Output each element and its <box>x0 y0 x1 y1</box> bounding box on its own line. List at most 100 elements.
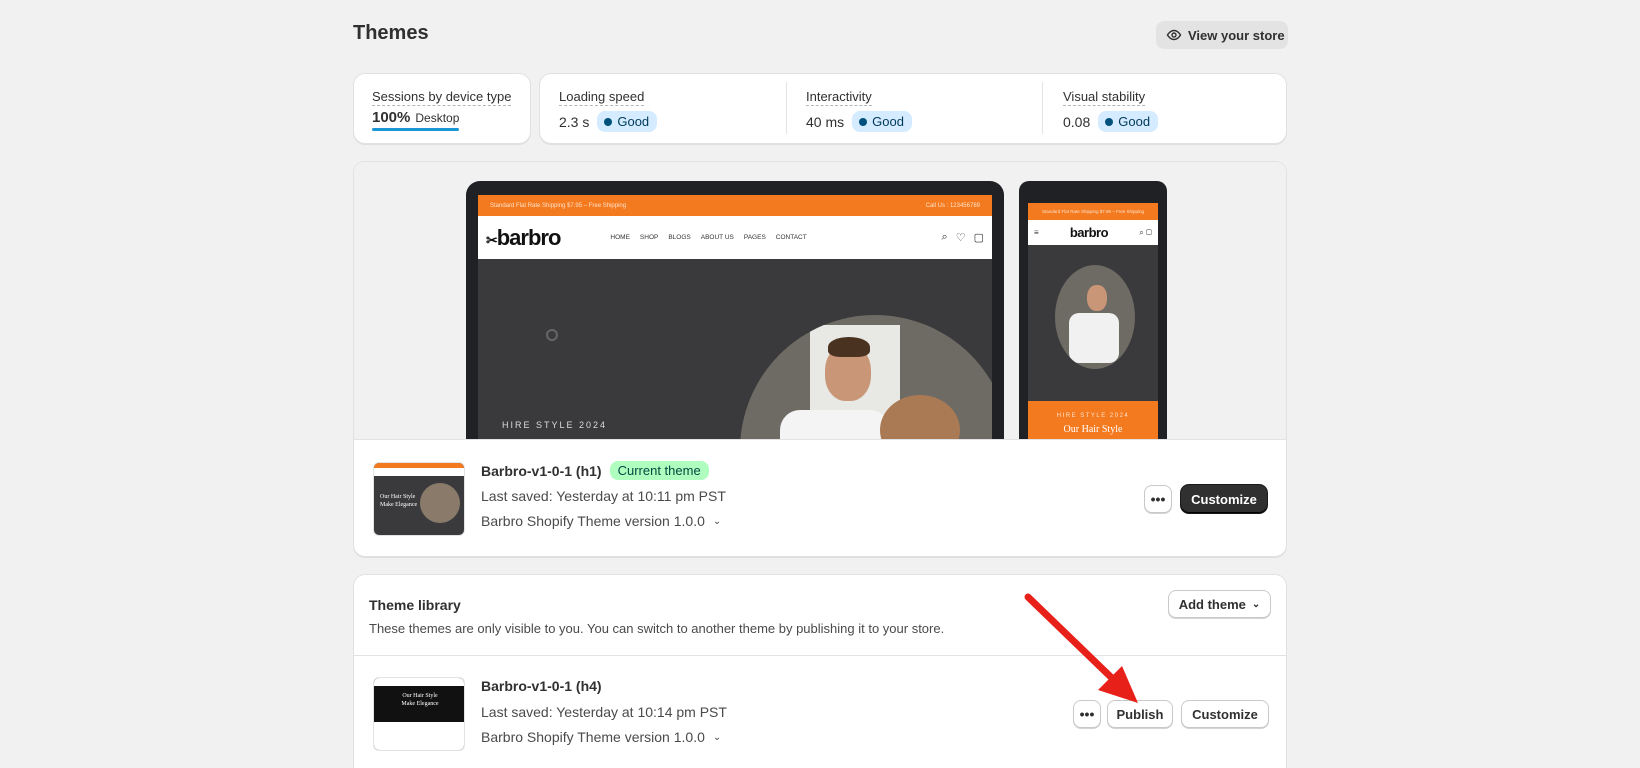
status-badge: Good <box>1098 111 1159 132</box>
mobile-logo: barbro <box>1069 225 1109 240</box>
hero-image-shirt <box>780 410 890 439</box>
theme-name: Barbro-v1-0-1 (h4) <box>481 678 602 694</box>
metric-value: 2.3 s <box>559 113 590 130</box>
library-title: Theme library <box>369 597 461 613</box>
current-theme-badge: Current theme <box>609 461 709 480</box>
preview-nav-icons: ⌕ ♡ ▢ <box>942 231 984 244</box>
status-dot-icon <box>859 117 868 126</box>
metric-label[interactable]: Visual stability <box>1063 89 1146 106</box>
chevron-down-icon: ⌄ <box>712 515 722 527</box>
metric-label[interactable]: Loading speed <box>559 89 645 106</box>
mobile-hero-banner: HIRE STYLE 2024 Our Hair Style <box>1028 401 1158 439</box>
divider <box>786 82 787 134</box>
theme-version: Barbro Shopify Theme version 1.0.0 <box>481 729 705 745</box>
page-title: Themes <box>353 22 429 44</box>
thumb-image <box>420 483 460 523</box>
mobile-preview: Standard Flat Rate Shipping $7.95 – Free… <box>1019 181 1167 439</box>
thumb-text: Our Hair Style Make Elegance <box>380 494 418 508</box>
more-actions-button[interactable]: ••• <box>1144 485 1172 513</box>
publish-button[interactable]: Publish <box>1107 700 1173 728</box>
thumb-navbar <box>374 468 464 476</box>
mobile-screen: Standard Flat Rate Shipping $7.95 – Free… <box>1028 203 1158 439</box>
add-theme-button[interactable]: Add theme ⌄ <box>1168 590 1271 618</box>
theme-info: Barbro-v1-0-1 (h4) Last saved: Yesterday… <box>481 678 727 745</box>
mobile-hero-kicker: HIRE STYLE 2024 <box>1056 413 1130 419</box>
hero-image-shirt <box>1069 313 1119 363</box>
ellipsis-icon: ••• <box>1150 491 1166 507</box>
chevron-down-icon: ⌄ <box>1251 598 1261 610</box>
preview-nav-item: PAGES <box>743 234 766 241</box>
view-store-button[interactable]: View your store <box>1156 21 1288 49</box>
mobile-hero-image <box>1055 265 1135 369</box>
status-badge-label: Good <box>872 114 904 129</box>
preview-topbar: Standard Flat Rate Shipping $7.95 – Free… <box>478 195 992 216</box>
thumb-navbar <box>374 678 464 686</box>
desktop-preview: Standard Flat Rate Shipping $7.95 – Free… <box>466 181 1004 439</box>
preview-nav-item: BLOGS <box>668 234 691 241</box>
metric-interactivity: Interactivity 40 ms Good <box>806 88 912 132</box>
metric-value: 40 ms <box>806 113 845 130</box>
decor-ring <box>546 329 558 341</box>
theme-thumbnail[interactable]: Our Hair Style Make Elegance <box>373 677 465 751</box>
status-badge-label: Good <box>617 114 650 129</box>
theme-info: Barbro-v1-0-1 (h1) Current theme Last sa… <box>481 461 726 529</box>
theme-version-toggle[interactable]: Barbro Shopify Theme version 1.0.0 ⌄ <box>481 513 726 529</box>
last-saved: Last saved: Yesterday at 10:11 pm PST <box>481 488 726 504</box>
search-icon: ⌕ <box>941 231 948 243</box>
add-theme-label: Add theme <box>1178 596 1246 612</box>
last-saved: Last saved: Yesterday at 10:14 pm PST <box>481 704 727 720</box>
desktop-screen: Standard Flat Rate Shipping $7.95 – Free… <box>478 195 992 439</box>
theme-preview[interactable]: Standard Flat Rate Shipping $7.95 – Free… <box>354 162 1286 440</box>
sessions-label[interactable]: Sessions by device type <box>372 89 512 106</box>
sessions-card: Sessions by device type 100% Desktop <box>353 73 531 144</box>
hero-image <box>740 315 992 439</box>
thumb-text: Our Hair Style Make Elegance <box>401 693 439 707</box>
preview-nav: HOME SHOP BLOGS ABOUT US PAGES CONTACT <box>610 234 806 241</box>
menu-icon: ≡ <box>1034 228 1039 237</box>
ellipsis-icon: ••• <box>1079 706 1095 722</box>
thumb-lower <box>374 722 464 750</box>
mobile-navbar: ≡ barbro ⌕ ▢ <box>1028 220 1158 245</box>
preview-topbar-left: Standard Flat Rate Shipping $7.95 – Free… <box>490 202 627 209</box>
chevron-down-icon: ⌄ <box>712 731 722 743</box>
status-badge: Good <box>852 111 912 132</box>
sessions-bar <box>372 128 459 131</box>
status-badge-label: Good <box>1118 114 1151 129</box>
mobile-topbar: Standard Flat Rate Shipping $7.95 – Free… <box>1028 203 1158 220</box>
metric-loading-speed: Loading speed 2.3 s Good <box>559 88 658 132</box>
preview-nav-item: SHOP <box>639 234 659 241</box>
library-description: These themes are only visible to you. Yo… <box>369 621 945 636</box>
theme-thumbnail[interactable]: Our Hair Style Make Elegance <box>373 462 465 536</box>
preview-nav-item: ABOUT US <box>700 234 734 241</box>
mobile-icons: ⌕ ▢ <box>1139 227 1152 237</box>
current-theme-card: Standard Flat Rate Shipping $7.95 – Free… <box>353 161 1287 557</box>
status-dot-icon <box>1105 117 1114 126</box>
view-store-label: View your store <box>1188 27 1285 43</box>
hero-image-face <box>1087 285 1107 311</box>
customize-button[interactable]: Customize <box>1181 485 1267 513</box>
mobile-hero-title: Our Hair Style <box>1063 424 1123 435</box>
metric-visual-stability: Visual stability 0.08 Good <box>1063 88 1159 132</box>
eye-icon <box>1166 29 1182 41</box>
status-dot-icon <box>604 117 613 126</box>
metric-label[interactable]: Interactivity <box>806 89 872 106</box>
sessions-device: Desktop <box>415 111 460 125</box>
divider <box>1042 82 1043 134</box>
preview-topbar-right: Call Us : 123456789 <box>925 202 980 209</box>
preview-nav-item: CONTACT <box>775 234 807 241</box>
customize-button[interactable]: Customize <box>1181 700 1269 728</box>
divider <box>354 655 1286 656</box>
theme-library-card: Theme library These themes are only visi… <box>353 574 1287 768</box>
sessions-percent: 100% <box>372 109 411 126</box>
theme-version: Barbro Shopify Theme version 1.0.0 <box>481 513 705 529</box>
preview-logo-text: barbro <box>496 224 562 250</box>
theme-version-toggle[interactable]: Barbro Shopify Theme version 1.0.0 ⌄ <box>481 729 727 745</box>
theme-name: Barbro-v1-0-1 (h1) <box>481 462 602 479</box>
metric-value: 0.08 <box>1063 113 1091 130</box>
heart-icon: ♡ <box>955 232 966 244</box>
web-performance-card: Loading speed 2.3 s Good Interactivity 4… <box>539 73 1287 144</box>
more-actions-button[interactable]: ••• <box>1073 700 1101 728</box>
preview-hero-text: HIRE STYLE 2024 <box>502 420 608 430</box>
preview-navbar: ✂barbro HOME SHOP BLOGS ABOUT US PAGES C… <box>478 216 992 259</box>
cart-icon: ▢ <box>973 232 984 244</box>
